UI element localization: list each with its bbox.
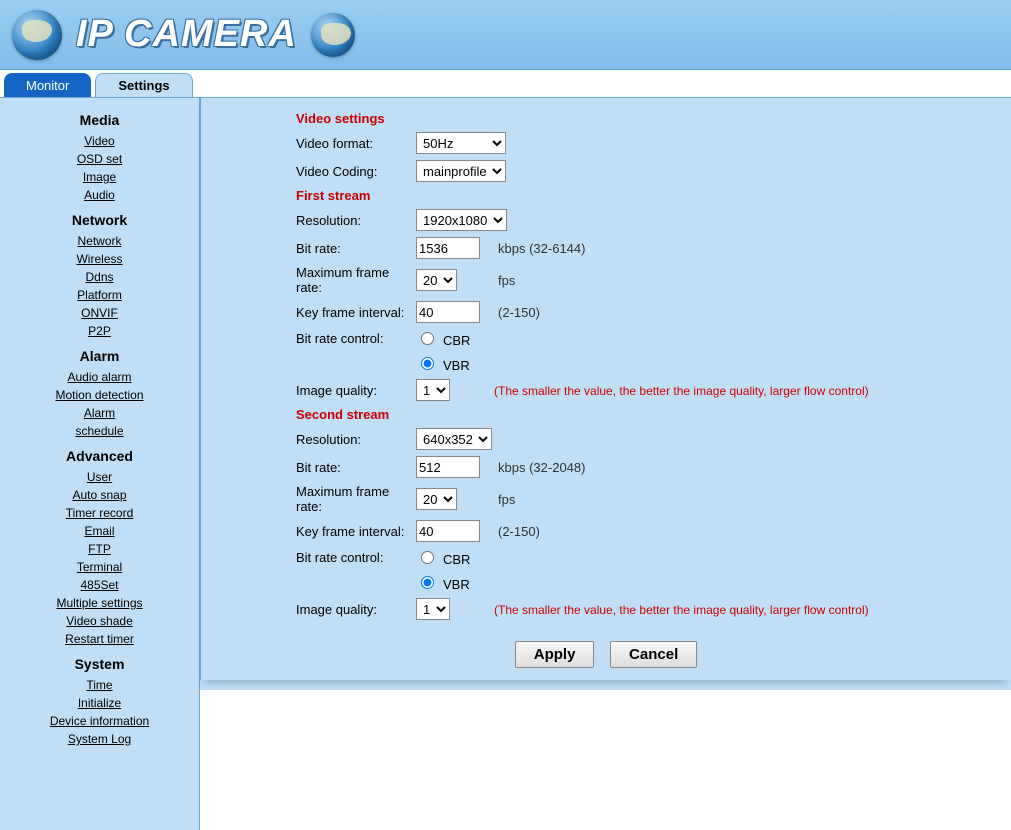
label-resolution-2: Resolution: bbox=[291, 425, 411, 453]
vbr-2-radio[interactable] bbox=[421, 576, 434, 589]
label-brc-2: Bit rate control: bbox=[291, 545, 411, 570]
section-second-stream: Second stream bbox=[291, 404, 874, 425]
vbr-label-2: VBR bbox=[443, 577, 470, 592]
video-format-select[interactable]: 50Hz bbox=[416, 132, 506, 154]
sidebar: MediaVideoOSD setImageAudioNetworkNetwor… bbox=[0, 98, 200, 830]
sidebar-group-alarm: Alarm bbox=[0, 340, 199, 368]
bitrate-1-input[interactable] bbox=[416, 237, 480, 259]
sidebar-item-audio-alarm[interactable]: Audio alarm bbox=[0, 368, 199, 386]
label-video-format: Video format: bbox=[291, 129, 411, 157]
tab-settings[interactable]: Settings bbox=[95, 73, 192, 97]
apply-button[interactable]: Apply bbox=[515, 641, 595, 668]
cbr-label-2: CBR bbox=[443, 552, 470, 567]
sidebar-item-schedule[interactable]: schedule bbox=[0, 422, 199, 440]
keyframe-hint-2: (2-150) bbox=[490, 524, 540, 539]
label-brc-1: Bit rate control: bbox=[291, 326, 411, 351]
keyframe-1-input[interactable] bbox=[416, 301, 480, 323]
sidebar-item-initialize[interactable]: Initialize bbox=[0, 694, 199, 712]
sidebar-group-media: Media bbox=[0, 104, 199, 132]
label-maxframe-2: Maximum frame rate: bbox=[291, 481, 411, 517]
quality-hint: (The smaller the value, the better the i… bbox=[490, 384, 869, 398]
sidebar-group-system: System bbox=[0, 648, 199, 676]
sidebar-item-ddns[interactable]: Ddns bbox=[0, 268, 199, 286]
sidebar-item-video[interactable]: Video bbox=[0, 132, 199, 150]
cancel-button[interactable]: Cancel bbox=[610, 641, 697, 668]
label-quality-2: Image quality: bbox=[291, 595, 411, 623]
sidebar-item-terminal[interactable]: Terminal bbox=[0, 558, 199, 576]
cbr-1-radio[interactable] bbox=[421, 332, 434, 345]
fps-label: fps bbox=[490, 273, 515, 288]
label-keyframe-2: Key frame interval: bbox=[291, 517, 411, 545]
kbps-label-2: kbps (32-2048) bbox=[490, 460, 585, 475]
sidebar-item-alarm[interactable]: Alarm bbox=[0, 404, 199, 422]
maxframe-1-select[interactable]: 20 bbox=[416, 269, 457, 291]
sidebar-item-system-log[interactable]: System Log bbox=[0, 730, 199, 748]
label-bitrate-1: Bit rate: bbox=[291, 234, 411, 262]
sidebar-item-wireless[interactable]: Wireless bbox=[0, 250, 199, 268]
keyframe-2-input[interactable] bbox=[416, 520, 480, 542]
globe-icon bbox=[311, 13, 355, 57]
sidebar-item-user[interactable]: User bbox=[0, 468, 199, 486]
label-bitrate-2: Bit rate: bbox=[291, 453, 411, 481]
fps-label-2: fps bbox=[490, 492, 515, 507]
sidebar-item-time[interactable]: Time bbox=[0, 676, 199, 694]
sidebar-item-onvif[interactable]: ONVIF bbox=[0, 304, 199, 322]
sidebar-group-advanced: Advanced bbox=[0, 440, 199, 468]
label-resolution-1: Resolution: bbox=[291, 206, 411, 234]
sidebar-item-485set[interactable]: 485Set bbox=[0, 576, 199, 594]
vbr-label: VBR bbox=[443, 358, 470, 373]
sidebar-item-osd-set[interactable]: OSD set bbox=[0, 150, 199, 168]
sidebar-item-restart-timer[interactable]: Restart timer bbox=[0, 630, 199, 648]
section-first-stream: First stream bbox=[291, 185, 874, 206]
tab-monitor[interactable]: Monitor bbox=[4, 73, 91, 97]
section-video-settings: Video settings bbox=[291, 108, 874, 129]
sidebar-item-email[interactable]: Email bbox=[0, 522, 199, 540]
resolution-1-select[interactable]: 1920x1080 bbox=[416, 209, 507, 231]
label-maxframe-1: Maximum frame rate: bbox=[291, 262, 411, 298]
sidebar-item-network[interactable]: Network bbox=[0, 232, 199, 250]
label-video-coding: Video Coding: bbox=[291, 157, 411, 185]
sidebar-item-platform[interactable]: Platform bbox=[0, 286, 199, 304]
blank-area bbox=[200, 690, 1011, 830]
sidebar-item-timer-record[interactable]: Timer record bbox=[0, 504, 199, 522]
app-title: IP CAMERA bbox=[76, 13, 297, 56]
quality-hint-2: (The smaller the value, the better the i… bbox=[490, 603, 869, 617]
sidebar-item-audio[interactable]: Audio bbox=[0, 186, 199, 204]
sidebar-item-image[interactable]: Image bbox=[0, 168, 199, 186]
sidebar-group-network: Network bbox=[0, 204, 199, 232]
label-keyframe-1: Key frame interval: bbox=[291, 298, 411, 326]
video-coding-select[interactable]: mainprofile bbox=[416, 160, 506, 182]
keyframe-hint: (2-150) bbox=[490, 305, 540, 320]
quality-2-select[interactable]: 1 bbox=[416, 598, 450, 620]
resolution-2-select[interactable]: 640x352 bbox=[416, 428, 492, 450]
tab-bar: Monitor Settings bbox=[0, 70, 1011, 98]
cbr-label: CBR bbox=[443, 333, 470, 348]
sidebar-item-device-information[interactable]: Device information bbox=[0, 712, 199, 730]
bitrate-2-input[interactable] bbox=[416, 456, 480, 478]
quality-1-select[interactable]: 1 bbox=[416, 379, 450, 401]
globe-icon bbox=[12, 10, 62, 60]
sidebar-item-p2p[interactable]: P2P bbox=[0, 322, 199, 340]
kbps-label: kbps (32-6144) bbox=[490, 241, 585, 256]
maxframe-2-select[interactable]: 20 bbox=[416, 488, 457, 510]
sidebar-item-multiple-settings[interactable]: Multiple settings bbox=[0, 594, 199, 612]
header: IP CAMERA bbox=[0, 0, 1011, 70]
label-quality-1: Image quality: bbox=[291, 376, 411, 404]
cbr-2-radio[interactable] bbox=[421, 551, 434, 564]
content-panel: Video settings Video format: 50Hz Video … bbox=[200, 98, 1011, 680]
sidebar-item-auto-snap[interactable]: Auto snap bbox=[0, 486, 199, 504]
sidebar-item-video-shade[interactable]: Video shade bbox=[0, 612, 199, 630]
sidebar-item-motion-detection[interactable]: Motion detection bbox=[0, 386, 199, 404]
vbr-1-radio[interactable] bbox=[421, 357, 434, 370]
sidebar-item-ftp[interactable]: FTP bbox=[0, 540, 199, 558]
